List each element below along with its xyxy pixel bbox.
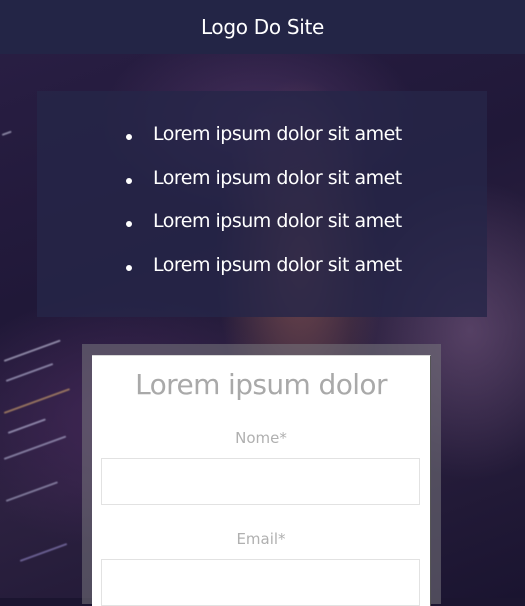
list-item: Lorem ipsum dolor sit amet [37,254,487,302]
code-decoration [3,388,71,414]
code-decoration [1,130,12,136]
list-item-label: Lorem ipsum dolor sit amet [153,123,402,145]
list-item: Lorem ipsum dolor sit amet [37,123,487,171]
features-list: Lorem ipsum dolor sit amet Lorem ipsum d… [37,123,487,302]
list-item-label: Lorem ipsum dolor sit amet [153,210,402,232]
code-decoration [3,339,61,362]
site-header: Logo Do Site [0,0,525,54]
features-panel: Lorem ipsum dolor sit amet Lorem ipsum d… [37,91,487,317]
code-decoration [7,418,46,434]
bullet-icon [126,134,132,140]
code-decoration [5,362,54,382]
list-item: Lorem ipsum dolor sit amet [37,167,487,215]
list-item-label: Lorem ipsum dolor sit amet [153,253,402,276]
name-field-label: Nome* [235,429,287,447]
code-decoration [5,481,59,502]
form-title: Lorem ipsum dolor [135,368,387,401]
bullet-icon [126,264,132,271]
list-item-label: Lorem ipsum dolor sit amet [153,166,402,189]
email-field-label: Email* [236,530,286,548]
site-logo[interactable]: Logo Do Site [201,15,324,39]
contact-form: Lorem ipsum dolor Nome* Email* [92,355,431,606]
email-field[interactable] [101,559,420,606]
code-decoration [3,435,67,460]
bullet-icon [126,221,132,227]
code-decoration [19,542,68,562]
bullet-icon [126,177,132,184]
list-item: Lorem ipsum dolor sit amet [37,210,487,258]
name-field[interactable] [101,458,420,505]
